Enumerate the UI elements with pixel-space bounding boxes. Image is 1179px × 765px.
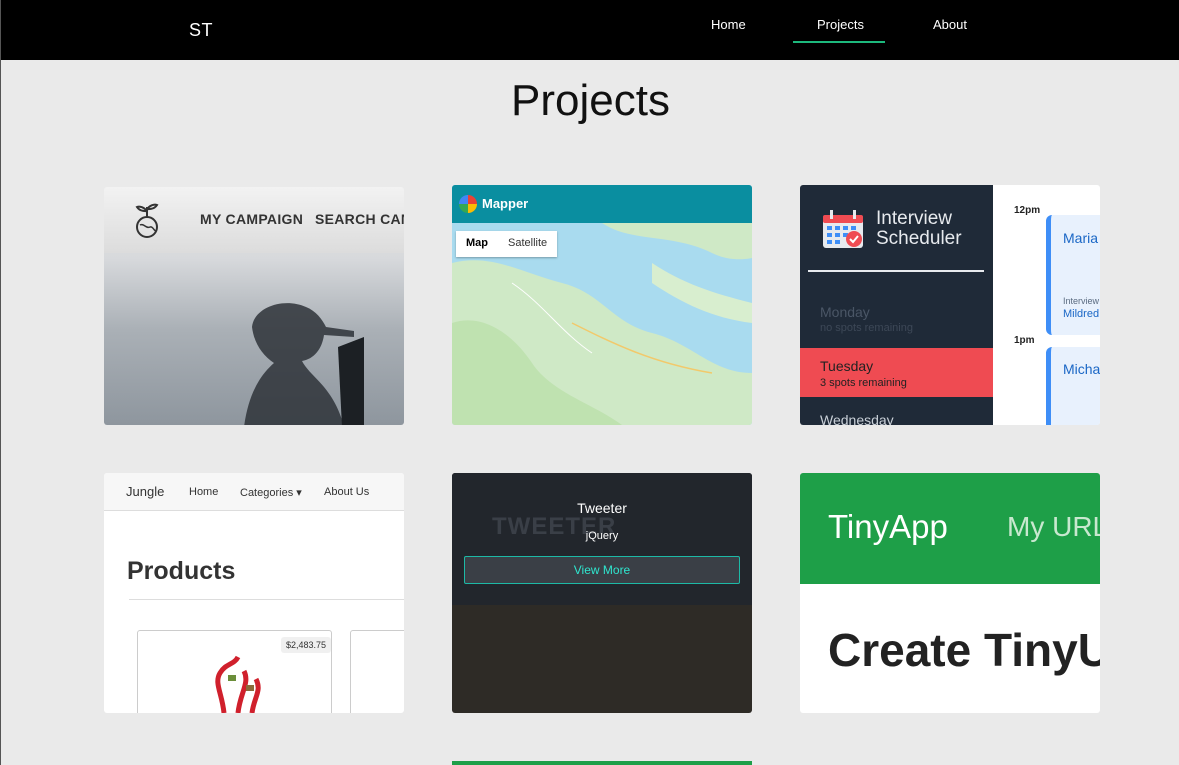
nav-link-home[interactable]: Home	[711, 17, 746, 32]
tinyapp-heading: Create TinyU	[828, 624, 1100, 676]
appointment-slot: Micha	[1046, 347, 1100, 425]
day-tuesday: Tuesday	[820, 358, 874, 374]
scheduler-title-line: Interview	[876, 208, 953, 229]
time-label: 12pm	[1014, 205, 1041, 216]
project-tech: jQuery	[585, 530, 619, 542]
thumb-menu-item: MY CAMPAIGN	[200, 211, 304, 227]
mapper-title: Mapper	[482, 196, 529, 211]
project-card-tweeter[interactable]: TWEETER Tweeter jQuery View More	[452, 473, 752, 713]
page-title: Projects	[511, 76, 670, 125]
project-name: Tweeter	[577, 500, 627, 516]
spots-tuesday: 3 spots remaining	[820, 377, 907, 389]
jungle-brand: Jungle	[126, 484, 165, 499]
view-more-button[interactable]: View More	[464, 556, 740, 584]
map-tab: Map	[466, 237, 488, 249]
project-card-campaign[interactable]: MY CAMPAIGN SEARCH CAM	[104, 187, 404, 425]
spots-monday: no spots remaining	[820, 322, 913, 334]
active-nav-indicator	[793, 41, 885, 43]
interviewer-name: Mildred	[1063, 308, 1100, 320]
day-wednesday: Wednesday	[820, 412, 894, 425]
mapper-header: Mapper	[452, 185, 752, 223]
brand-logo[interactable]: ST	[189, 20, 213, 41]
product-card	[350, 630, 404, 713]
divider	[129, 599, 404, 600]
satellite-tab: Satellite	[508, 237, 548, 249]
project-card-mapper[interactable]: Mapper Map Satellite	[452, 185, 752, 425]
project-card-jungle[interactable]: Jungle Home Categories ▾ About Us Produc…	[104, 473, 404, 713]
calendar-icon	[823, 210, 863, 248]
scheduler-title-line: Scheduler	[876, 228, 962, 249]
project-card-scheduler[interactable]: Interview Scheduler Monday no spots rema…	[800, 185, 1100, 425]
time-label: 1pm	[1014, 335, 1035, 346]
interviewer-label: Interview	[1063, 296, 1100, 306]
red-shelf-image	[215, 655, 261, 713]
jungle-nav-item: Home	[189, 486, 219, 498]
tinyapp-logo: TinyApp	[828, 508, 948, 545]
appointment-name: Micha	[1063, 361, 1100, 377]
scheduler-title: Interview Scheduler	[876, 209, 962, 249]
map-type-tabs: Map Satellite	[456, 231, 558, 257]
nav-link-projects[interactable]: Projects	[817, 17, 864, 32]
card-overlay: TWEETER Tweeter jQuery View More	[452, 473, 752, 605]
firefighter-image	[244, 303, 364, 425]
price-badge: $2,483.75	[281, 637, 332, 653]
sprout-globe-icon	[135, 203, 159, 238]
products-heading: Products	[127, 557, 236, 585]
jungle-nav-item: Categories ▾	[240, 487, 302, 499]
jungle-navbar: Jungle Home Categories ▾ About Us	[104, 473, 404, 511]
project-card-tinyapp[interactable]: TinyApp My URL Create TinyU	[800, 473, 1100, 713]
tinyapp-header: TinyApp My URL	[800, 473, 1100, 584]
day-monday: Monday	[820, 304, 870, 320]
nav-link-about[interactable]: About	[933, 17, 967, 32]
jungle-nav-item: About Us	[324, 486, 370, 498]
project-card-partial[interactable]	[452, 761, 752, 765]
divider	[808, 270, 984, 272]
thumb-header: MY CAMPAIGN SEARCH CAM	[104, 187, 404, 253]
scheduler-sidebar: Interview Scheduler Monday no spots rema…	[800, 185, 993, 425]
appointment-name: Maria	[1063, 230, 1099, 246]
map-pin-icon	[459, 195, 477, 213]
appointment-slot: Maria Interview Mildred	[1046, 215, 1100, 335]
tinyapp-nav-item: My URL	[1007, 511, 1100, 542]
navbar: ST Home Projects About	[1, 0, 1179, 60]
thumb-menu-item: SEARCH CAM	[315, 211, 404, 227]
